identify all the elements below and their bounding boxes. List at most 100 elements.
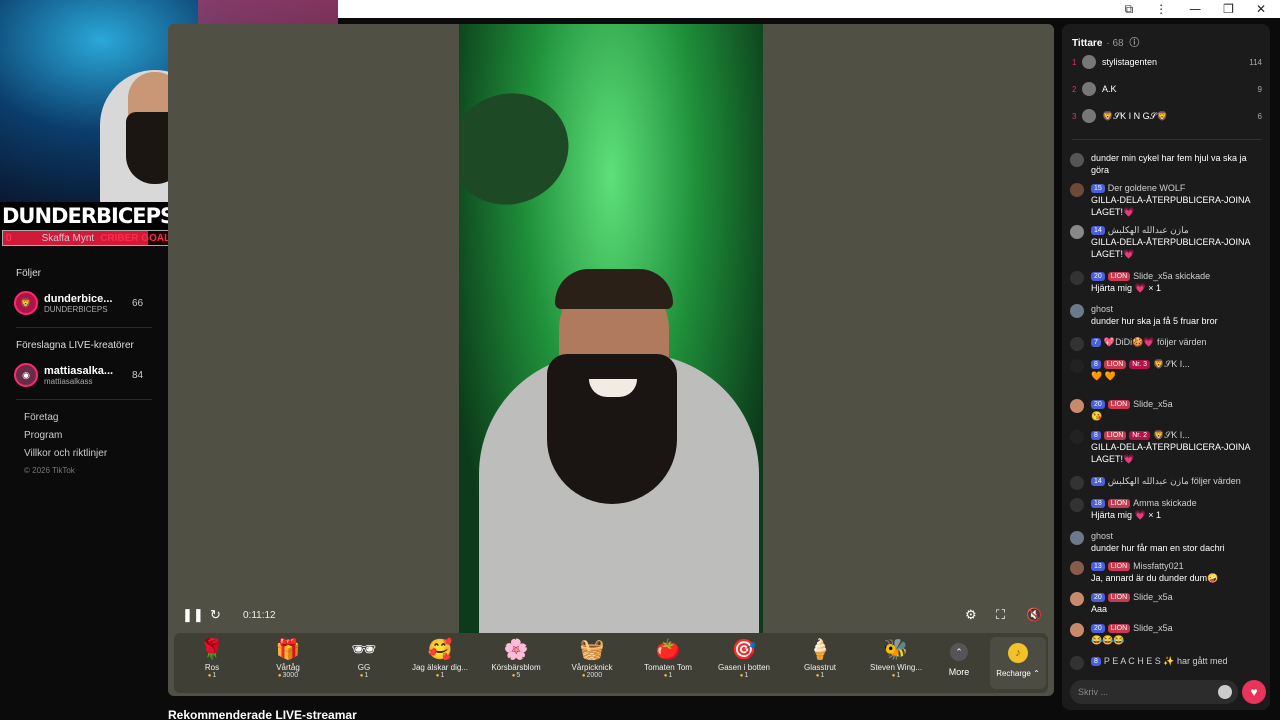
gift-item[interactable]: 🧺 Vårpicknick2000 (554, 637, 630, 679)
pause-icon[interactable]: ❚❚ (182, 607, 204, 623)
avatar[interactable] (1070, 304, 1084, 318)
avatar[interactable] (1070, 153, 1084, 167)
chat-username[interactable]: Slide_x5a (1133, 623, 1173, 633)
avatar[interactable] (1070, 623, 1084, 637)
avatar[interactable] (1070, 656, 1084, 670)
avatar[interactable] (1070, 561, 1084, 575)
chat-input[interactable]: Skriv ... (1070, 680, 1238, 704)
user-badge: LION (1107, 593, 1131, 602)
live-stream-video[interactable] (459, 24, 763, 633)
fullscreen-icon[interactable]: ⛶ (996, 607, 1005, 623)
chat-username[interactable]: Slide_x5a (1133, 592, 1173, 602)
chat-text: 🧡 🧡 (1091, 371, 1116, 381)
avatar[interactable] (1070, 271, 1084, 285)
gift-icon: 🕶 (351, 639, 377, 661)
heart-button[interactable]: ♥ (1242, 680, 1266, 704)
avatar[interactable] (1070, 430, 1084, 444)
chat-message: 20 LION Slide_x5a skickade Hjärta mig 💗 × 1 (1070, 270, 1266, 294)
help-icon[interactable]: ⓘ (1129, 38, 1139, 49)
user-badge: 15 (1091, 184, 1105, 193)
chat-message: 20 LION Slide_x5a Aaa (1070, 591, 1266, 615)
chat-username[interactable]: مازن عبدالله الهكلبش följer värden (1108, 476, 1241, 486)
gift-item[interactable]: 🥰 Jag älskar dig...1 (402, 637, 478, 679)
chat-username[interactable]: 💖DiDi🍪💗 följer värden (1104, 337, 1207, 347)
gift-item[interactable]: 🍦 Glasstrut1 (782, 637, 858, 679)
streamer-beard (547, 354, 677, 504)
link-program[interactable]: Program (24, 430, 168, 441)
video-player[interactable]: ❚❚ ↻ 0:11:12 ⚙ ⛶ 🔇 ⌃ More ♪ Recharge ⌃ 🌹… (168, 24, 1054, 696)
message-header: 14 مازن عبدالله الهكلبش följer värden (1091, 475, 1266, 487)
avatar[interactable] (1070, 225, 1084, 239)
chat-text: Hjärta mig 💗 × 1 (1091, 510, 1161, 520)
chat-username[interactable]: Amma skickade (1133, 498, 1197, 508)
chat-username[interactable]: P E A C H E S ✨ har gått med (1104, 656, 1228, 666)
user-badge: LION (1103, 360, 1127, 369)
suggested-account[interactable]: ◉ mattiasalka... mattiasalkass 84 (14, 363, 168, 387)
account-name: dunderbice... (44, 292, 113, 305)
menu-icon[interactable]: ⋮ (1155, 2, 1167, 16)
gift-price: 1 (630, 672, 706, 679)
gift-icon: 🌹 (199, 639, 225, 661)
gift-item[interactable]: 🕶 GG1 (326, 637, 402, 679)
chat-username[interactable]: Slide_x5a skickade (1133, 271, 1210, 281)
viewer-score: 6 (1257, 111, 1262, 121)
settings-icon[interactable]: ⚙ (965, 607, 977, 623)
following-account[interactable]: 🦁 dunderbice... DUNDERBICEPS 66 (14, 291, 168, 315)
avatar[interactable] (1070, 531, 1084, 545)
top-viewer-row[interactable]: 3 🦁𝒮K I N G𝒮🦁 6 (1072, 108, 1262, 124)
message-header: ghost (1091, 303, 1266, 315)
gift-item[interactable]: 🍅 Tomaten Tom1 (630, 637, 706, 679)
recharge-button[interactable]: ♪ Recharge ⌃ (990, 637, 1046, 689)
gift-icon: 🐝 (883, 639, 909, 661)
minimize-icon[interactable]: — (1189, 2, 1201, 16)
chat-username[interactable]: Der goldene WOLF (1108, 183, 1186, 193)
chat-username[interactable]: مازن عبدالله الهكلبش (1108, 225, 1189, 235)
link-terms[interactable]: Villkor och riktlinjer (24, 448, 168, 459)
chat-username[interactable]: 🦁𝒮K I... (1153, 430, 1190, 440)
link-company[interactable]: Företag (24, 412, 168, 423)
chat-message: 15 Der goldene WOLF GILLA-DELA-ÅTERPUBLICE… (1070, 182, 1266, 218)
close-icon[interactable]: ✕ (1256, 2, 1266, 16)
viewer-score: 114 (1249, 57, 1262, 67)
top-viewer-row[interactable]: 2 A.K 9 (1072, 81, 1262, 97)
gift-item[interactable]: 🌸 Körsbärsblom5 (478, 637, 554, 679)
message-body: 14 مازن عبدالله الهكلبش GILLA-DELA-ÅTERPUB… (1091, 224, 1266, 260)
gift-icon: 🍦 (807, 639, 833, 661)
message-body: 20 LION Slide_x5a 😘 (1091, 398, 1266, 422)
gift-price: 1 (174, 672, 250, 679)
avatar[interactable] (1070, 337, 1084, 351)
gift-item[interactable]: 🎯 Gasen i botten1 (706, 637, 782, 679)
chat-username[interactable]: Slide_x5a (1133, 399, 1173, 409)
chat-message: 14 مازن عبدالله الهكلبش GILLA-DELA-ÅTERPUB… (1070, 224, 1266, 260)
chat-username[interactable]: ghost (1091, 531, 1113, 541)
gift-icon: 🥰 (427, 639, 453, 661)
viewers-header[interactable]: Tittare · 68 ⓘ (1072, 34, 1139, 49)
message-header: 20 LION Slide_x5a (1091, 591, 1266, 603)
divider (16, 399, 152, 400)
avatar[interactable] (1070, 476, 1084, 490)
following-title: Följer (16, 268, 42, 279)
gift-item[interactable]: 🌹 Ros1 (174, 637, 250, 679)
emoji-icon[interactable] (1218, 685, 1232, 699)
more-gifts-button[interactable]: ⌃ More (944, 643, 974, 677)
gift-item[interactable]: 🎁 Vårtåg3000 (250, 637, 326, 679)
refresh-icon[interactable]: ↻ (210, 607, 221, 623)
extension-icon[interactable]: ⧉ (1125, 2, 1134, 17)
avatar[interactable] (1070, 592, 1084, 606)
restore-icon[interactable]: ❐ (1223, 2, 1234, 16)
top-viewer-row[interactable]: 1 stylistagenten 114 (1072, 54, 1262, 70)
chat-username[interactable]: ghost (1091, 304, 1113, 314)
avatar[interactable] (1070, 359, 1084, 373)
avatar[interactable] (1070, 399, 1084, 413)
copyright: © 2026 TikTok (24, 466, 75, 475)
mute-icon[interactable]: 🔇 (1026, 607, 1042, 623)
avatar[interactable] (1070, 183, 1084, 197)
avatar[interactable] (1070, 498, 1084, 512)
message-body: 20 LION Slide_x5a Aaa (1091, 591, 1266, 615)
gift-item[interactable]: 🐝 Steven Wing...1 (858, 637, 934, 679)
gift-price: 3000 (250, 672, 326, 679)
chat-username[interactable]: 🦁𝒮K I... (1153, 359, 1190, 369)
viewer-rank: 3 (1072, 111, 1077, 121)
chat-text: 😘 (1091, 411, 1103, 421)
chat-username[interactable]: Missfatty021 (1133, 561, 1184, 571)
